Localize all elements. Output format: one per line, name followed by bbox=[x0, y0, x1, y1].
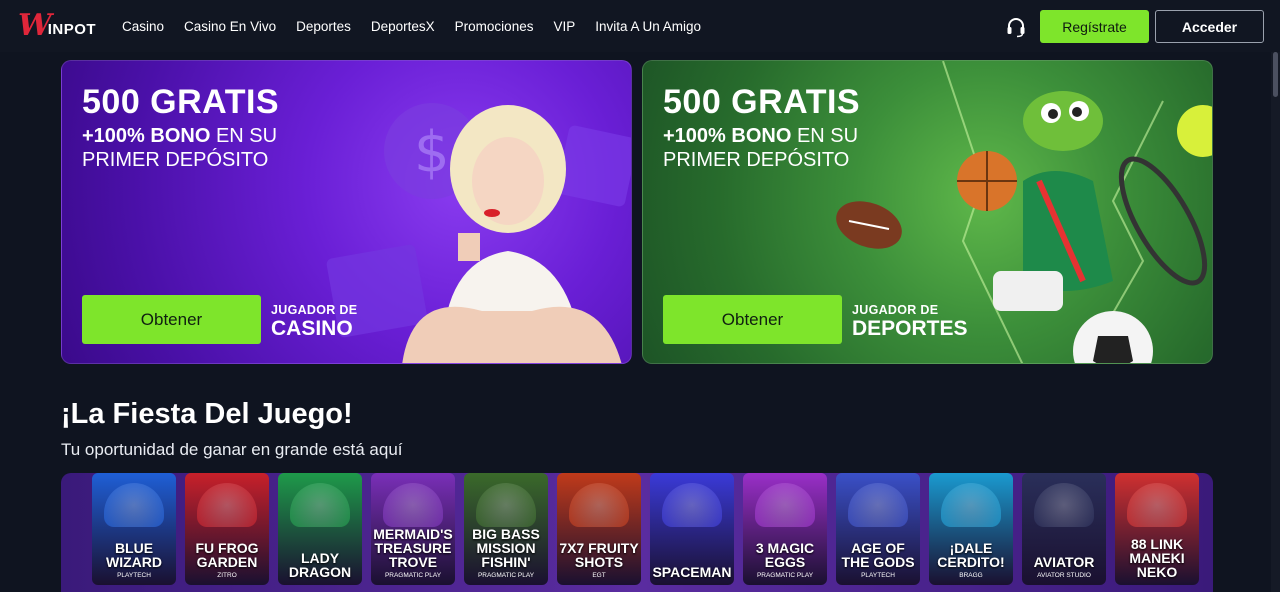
game-tile[interactable]: 3 MAGIC EGGS PRAGMATIC PLAY bbox=[743, 473, 827, 585]
game-provider: PLAYTECH bbox=[117, 572, 151, 579]
nav-invita-a-un-amigo[interactable]: Invita A Un Amigo bbox=[595, 19, 701, 34]
casino-obtener-button[interactable]: Obtener bbox=[82, 295, 261, 344]
game-title: AVIATOR bbox=[1033, 554, 1095, 570]
game-tile[interactable]: ¡DALE CERDITO! BRAGG bbox=[929, 473, 1013, 585]
game-title: ¡DALE CERDITO! bbox=[937, 540, 1005, 570]
game-artwork bbox=[1034, 483, 1094, 527]
promo-deposit-line: PRIMER DEPÓSITO bbox=[82, 149, 269, 171]
top-navigation-bar: W INPOT Casino Casino En Vivo Deportes De… bbox=[0, 0, 1280, 52]
main-nav: Casino Casino En Vivo Deportes DeportesX… bbox=[112, 0, 711, 52]
game-title: AGE OF THE GODS bbox=[841, 540, 915, 570]
game-artwork bbox=[755, 483, 815, 527]
page-scrollbar[interactable] bbox=[1271, 52, 1280, 592]
nav-casino[interactable]: Casino bbox=[122, 19, 164, 34]
sports-obtener-button[interactable]: Obtener bbox=[663, 295, 842, 344]
game-artwork bbox=[941, 483, 1001, 527]
promo-headline: 500 GRATIS bbox=[663, 83, 861, 121]
game-provider: BRAGG bbox=[959, 572, 983, 579]
login-button[interactable]: Acceder bbox=[1155, 10, 1264, 43]
game-title: 3 MAGIC EGGS bbox=[755, 540, 815, 570]
game-tile[interactable]: MERMAID'S TREASURE TROVE PRAGMATIC PLAY bbox=[371, 473, 455, 585]
game-title: BIG BASS MISSION FISHIN' bbox=[472, 526, 540, 570]
game-artwork bbox=[1127, 483, 1187, 527]
game-provider: PRAGMATIC PLAY bbox=[756, 572, 814, 579]
section-subtitle: Tu oportunidad de ganar en grande está a… bbox=[61, 440, 403, 459]
game-tile[interactable]: 7X7 FRUITY SHOTS EGT bbox=[557, 473, 641, 585]
game-tile[interactable]: BLUE WIZARD PLAYTECH bbox=[92, 473, 176, 585]
player-type-value: DEPORTES bbox=[852, 317, 968, 340]
nav-deportesx[interactable]: DeportesX bbox=[371, 19, 435, 34]
game-artwork bbox=[662, 483, 722, 527]
player-type-label: JUGADOR DE bbox=[852, 303, 939, 317]
promo-deposit-line: PRIMER DEPÓSITO bbox=[663, 149, 850, 171]
game-artwork bbox=[476, 483, 536, 527]
register-button[interactable]: Regístrate bbox=[1040, 10, 1149, 43]
game-tile[interactable]: 88 LINK MANEKI NEKO bbox=[1115, 473, 1199, 585]
player-type-label: JUGADOR DE bbox=[271, 303, 358, 317]
game-tile[interactable]: BIG BASS MISSION FISHIN' PRAGMATIC PLAY bbox=[464, 473, 548, 585]
casino-promo-banner[interactable]: $ 500 GRATIS +100% BONO EN SU PRIMER DEP… bbox=[61, 60, 632, 364]
game-tile[interactable]: LADY DRAGON bbox=[278, 473, 362, 585]
game-artwork bbox=[569, 483, 629, 527]
nav-vip[interactable]: VIP bbox=[553, 19, 575, 34]
game-title: SPACEMAN bbox=[652, 564, 732, 580]
game-provider: ZITRO bbox=[217, 572, 237, 579]
section-title: ¡La Fiesta Del Juego! bbox=[61, 398, 353, 430]
game-title: LADY DRAGON bbox=[288, 550, 352, 580]
winpot-logo[interactable]: W INPOT bbox=[18, 8, 104, 43]
player-type-value: CASINO bbox=[271, 317, 353, 340]
scrollbar-thumb[interactable] bbox=[1273, 52, 1278, 97]
game-artwork bbox=[383, 483, 443, 527]
game-tile[interactable]: SPACEMAN bbox=[650, 473, 734, 585]
game-artwork bbox=[290, 483, 350, 527]
nav-deportes[interactable]: Deportes bbox=[296, 19, 351, 34]
game-title: 7X7 FRUITY SHOTS bbox=[559, 540, 639, 570]
game-provider: EGT bbox=[592, 572, 606, 579]
game-provider: AVIATOR STUDIO bbox=[1037, 572, 1091, 579]
game-title: FU FROG GARDEN bbox=[195, 540, 259, 570]
game-title: 88 LINK MANEKI NEKO bbox=[1129, 536, 1185, 580]
headset-support-icon[interactable] bbox=[1005, 16, 1027, 38]
game-artwork bbox=[104, 483, 164, 527]
promo-headline: 500 GRATIS bbox=[82, 83, 280, 121]
games-carousel[interactable]: BLUE WIZARD PLAYTECH FU FROG GARDEN ZITRO LA… bbox=[61, 473, 1213, 592]
promo-bonus-line: +100% BONO EN SU bbox=[663, 125, 859, 147]
svg-text:$: $ bbox=[414, 120, 450, 185]
game-provider: PLAYTECH bbox=[861, 572, 895, 579]
nav-promociones[interactable]: Promociones bbox=[455, 19, 534, 34]
sports-promo-banner[interactable]: 500 GRATIS +100% BONO EN SU PRIMER DEPÓS… bbox=[642, 60, 1213, 364]
game-provider: PRAGMATIC PLAY bbox=[477, 572, 535, 579]
game-title: BLUE WIZARD bbox=[106, 540, 162, 570]
nav-casino-en-vivo[interactable]: Casino En Vivo bbox=[184, 19, 276, 34]
game-tile[interactable]: FU FROG GARDEN ZITRO bbox=[185, 473, 269, 585]
promo-bonus-line: +100% BONO EN SU bbox=[82, 125, 278, 147]
game-title: MERMAID'S TREASURE TROVE bbox=[373, 526, 453, 570]
game-artwork bbox=[848, 483, 908, 527]
game-provider: PRAGMATIC PLAY bbox=[384, 572, 442, 579]
game-tile[interactable]: AVIATOR AVIATOR STUDIO bbox=[1022, 473, 1106, 585]
game-artwork bbox=[197, 483, 257, 527]
game-tile[interactable]: AGE OF THE GODS PLAYTECH bbox=[836, 473, 920, 585]
